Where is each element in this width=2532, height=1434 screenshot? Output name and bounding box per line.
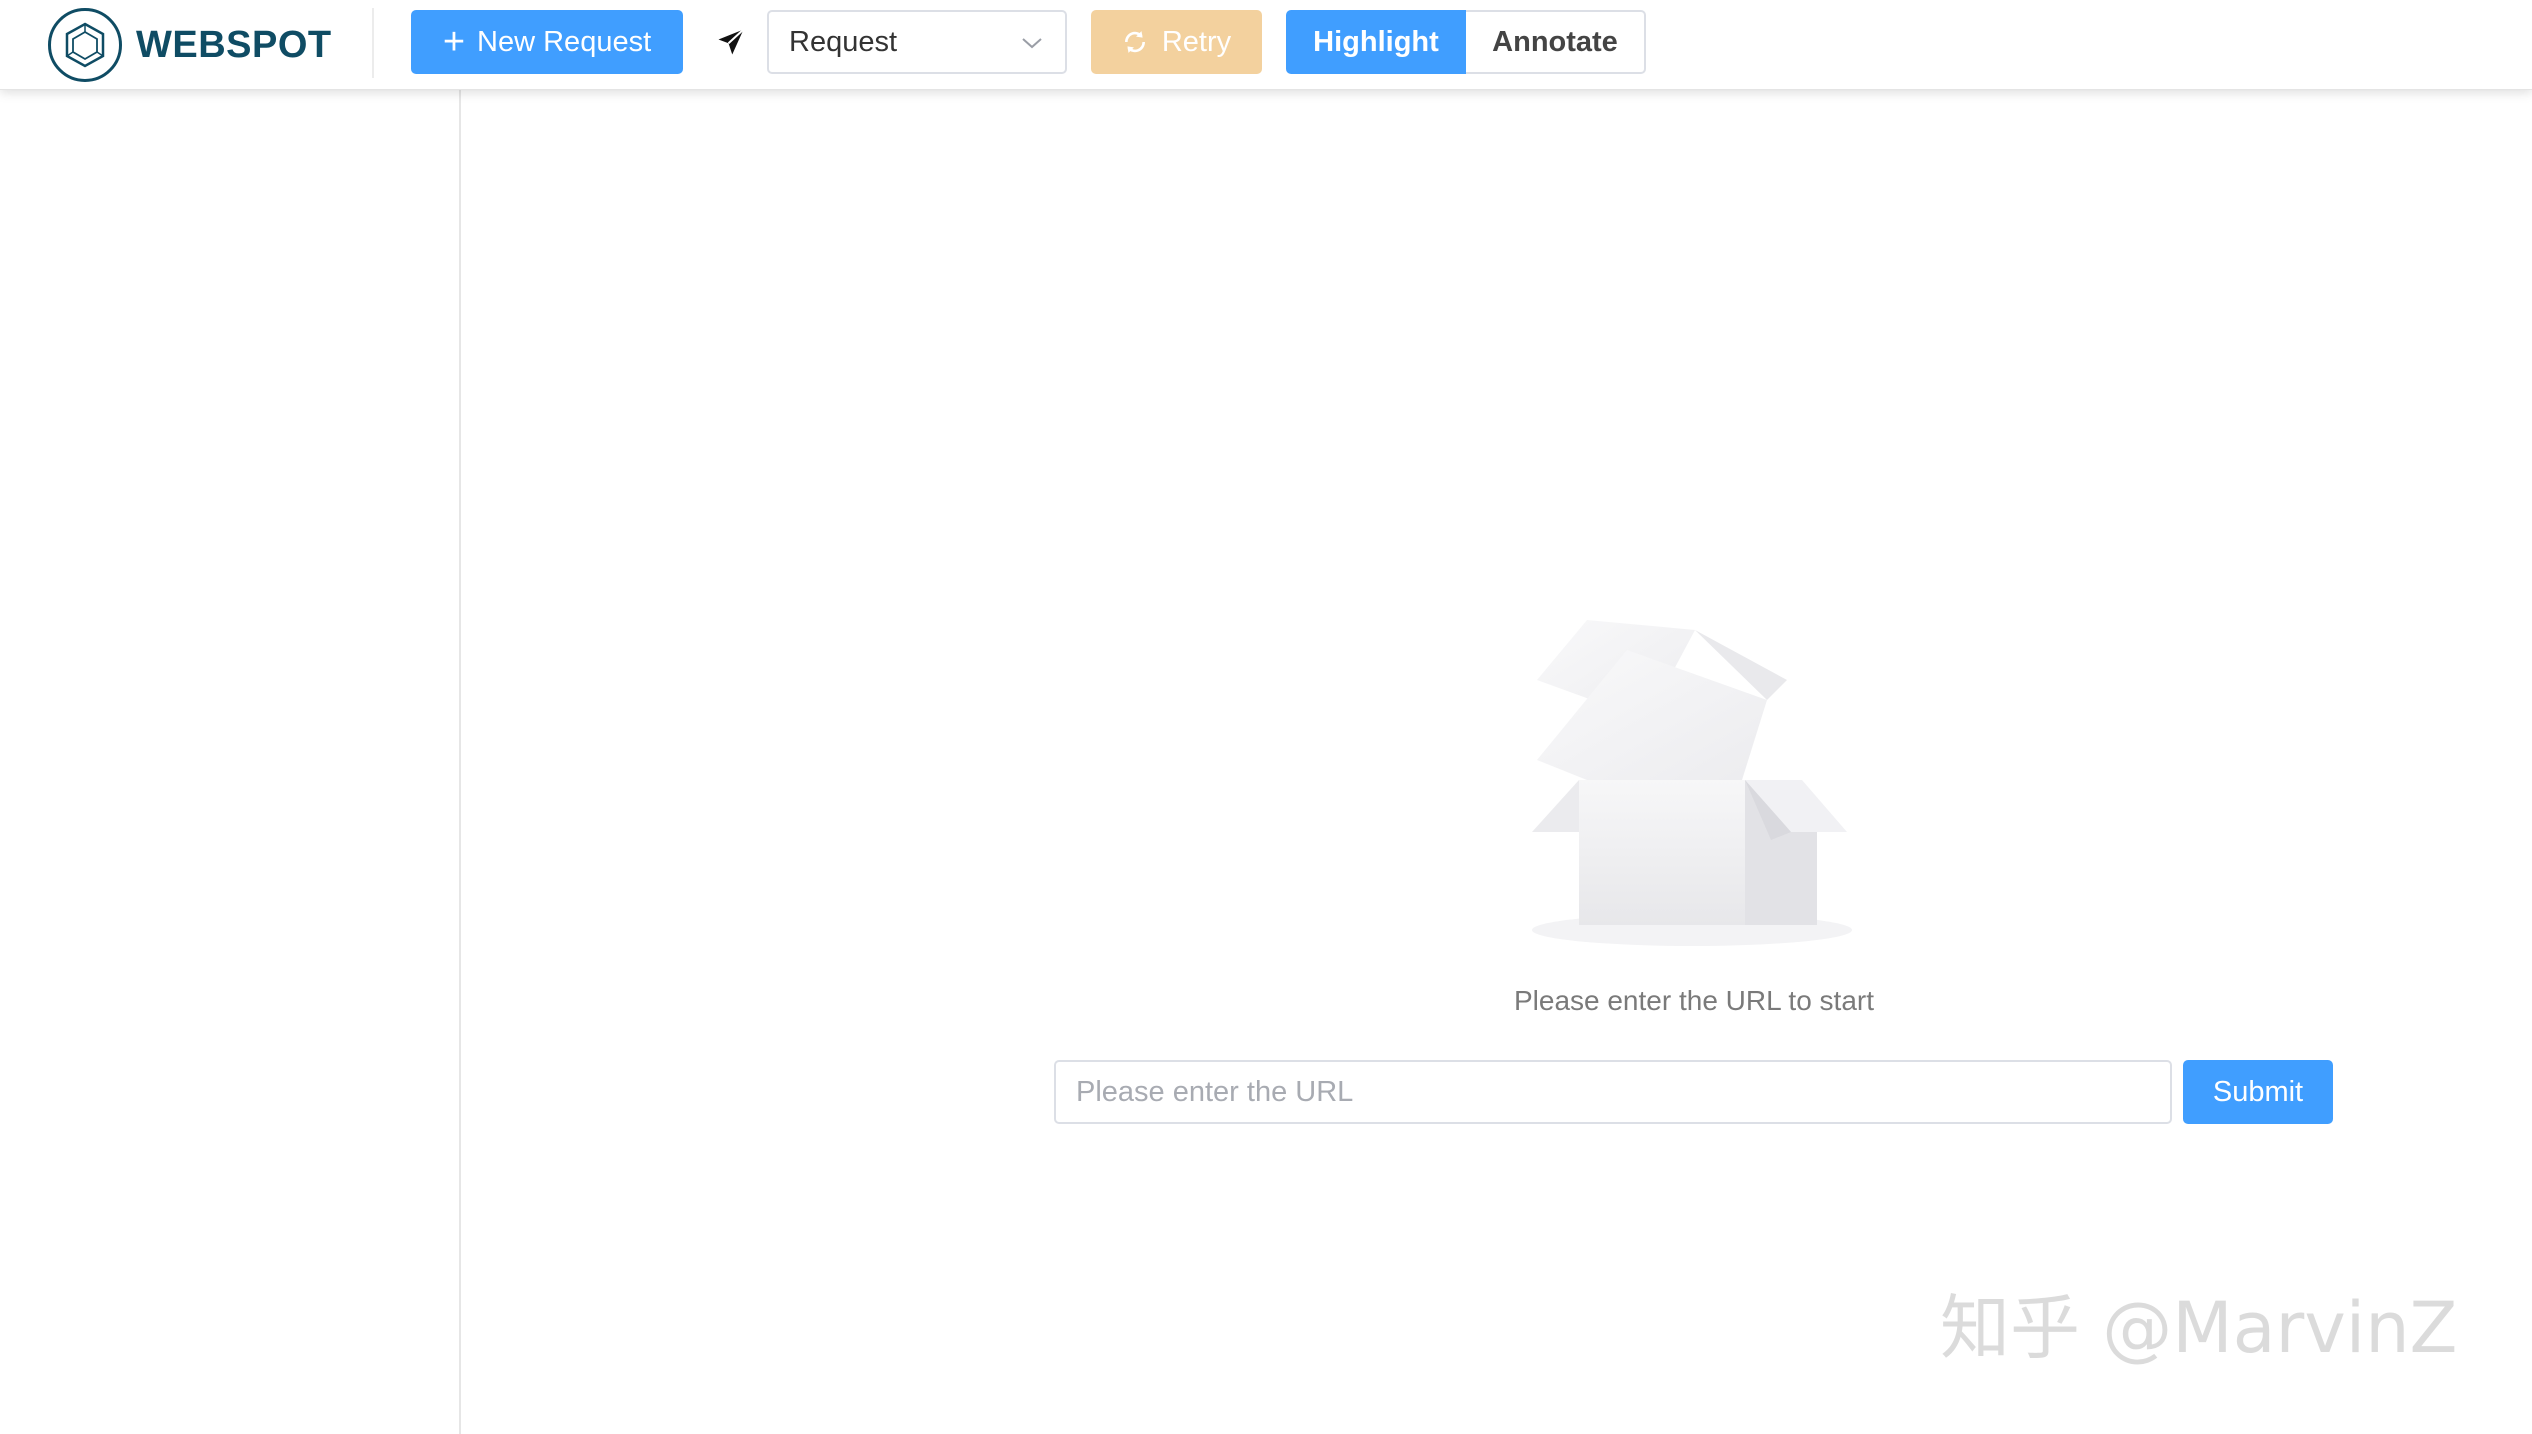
mode-select-value: Request (789, 25, 898, 58)
plus-icon: + (442, 21, 466, 63)
refresh-icon (1124, 31, 1145, 53)
retry-button[interactable]: Retry (1091, 10, 1262, 74)
empty-box-icon (1532, 620, 1852, 946)
url-input[interactable] (1054, 1060, 2172, 1124)
svg-text:知乎 @MarvinZ: 知乎 @MarvinZ (1940, 1287, 2458, 1369)
header-divider (372, 8, 374, 78)
new-request-label: New Request (477, 25, 652, 58)
watermark: 知乎 @MarvinZ (1940, 1287, 2458, 1369)
left-sidebar (0, 90, 461, 1434)
paper-plane-icon (718, 28, 745, 55)
empty-state-message: Please enter the URL to start (1513, 985, 1875, 1016)
main-panel (463, 90, 2532, 1434)
hexagon-logo-icon (48, 8, 122, 82)
retry-label: Retry (1161, 25, 1232, 58)
submit-button[interactable]: Submit (2183, 1060, 2333, 1124)
top-toolbar: WEBSPOT + New Request Request Retry High… (0, 0, 2532, 90)
view-mode-toggle: Highlight Annotate (1286, 10, 1646, 74)
mode-select[interactable]: Request (767, 10, 1067, 74)
highlight-tab[interactable]: Highlight (1286, 10, 1466, 74)
chevron-down-icon (1022, 38, 1042, 49)
app-logo[interactable]: WEBSPOT (48, 6, 332, 84)
app-root: WEBSPOT + New Request Request Retry High… (0, 0, 2532, 1434)
annotate-tab[interactable]: Annotate (1466, 10, 1646, 74)
new-request-button[interactable]: + New Request (411, 10, 683, 74)
logo-text: WEBSPOT (136, 23, 332, 66)
